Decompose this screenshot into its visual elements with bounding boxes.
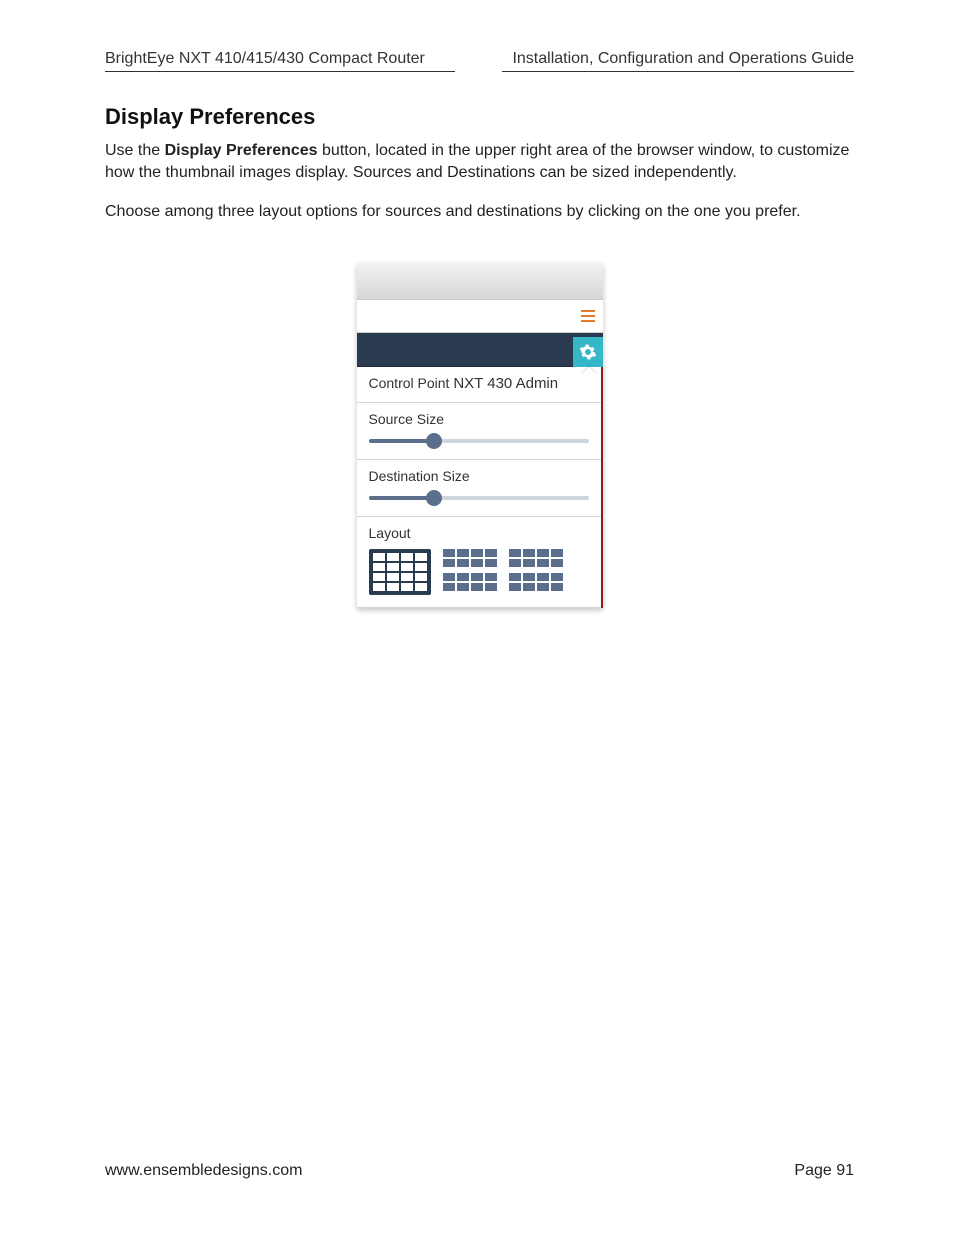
control-point-name: NXT 430 Admin [453,375,558,392]
paragraph-2: Choose among three layout options for so… [105,201,854,223]
destination-size-slider[interactable] [369,490,589,506]
layout-option-1[interactable] [369,549,431,595]
header-doc-title: Installation, Configuration and Operatio… [502,50,854,72]
control-point-label: Control Point [369,375,454,391]
layout-option-2[interactable] [443,549,497,595]
destination-size-row: Destination Size [357,460,601,517]
section-title: Display Preferences [105,104,854,130]
footer-page: Page 91 [794,1162,854,1180]
page-footer: www.ensembledesigns.com Page 91 [105,1162,854,1180]
layout-option-3[interactable] [509,549,563,595]
layout-options [369,549,589,595]
layout-label: Layout [369,525,589,541]
source-size-slider[interactable] [369,433,589,449]
app-header-bar [357,333,603,367]
slider-fill [369,496,431,500]
hamburger-icon[interactable] [581,310,595,322]
control-point-row: Control Point NXT 430 Admin [357,367,601,403]
browser-toolbar [357,299,603,333]
preferences-panel: Control Point NXT 430 Admin Source Size … [357,263,603,608]
footer-url: www.ensembledesigns.com [105,1162,302,1180]
page-header: BrightEye NXT 410/415/430 Compact Router… [105,50,854,76]
browser-tab-area [357,263,603,299]
preferences-body: Control Point NXT 430 Admin Source Size … [357,367,603,608]
figure: Control Point NXT 430 Admin Source Size … [105,263,854,608]
display-preferences-button[interactable] [573,337,603,367]
source-size-row: Source Size [357,403,601,460]
layout-row: Layout [357,517,601,608]
paragraph-1: Use the Display Preferences button, loca… [105,140,854,183]
slider-thumb[interactable] [426,490,442,506]
header-product: BrightEye NXT 410/415/430 Compact Router [105,50,455,72]
p1-bold: Display Preferences [165,142,318,159]
destination-size-label: Destination Size [369,468,589,484]
source-size-label: Source Size [369,411,589,427]
p1-pre: Use the [105,142,165,159]
popover-arrow [581,367,597,375]
slider-thumb[interactable] [426,433,442,449]
slider-fill [369,439,431,443]
